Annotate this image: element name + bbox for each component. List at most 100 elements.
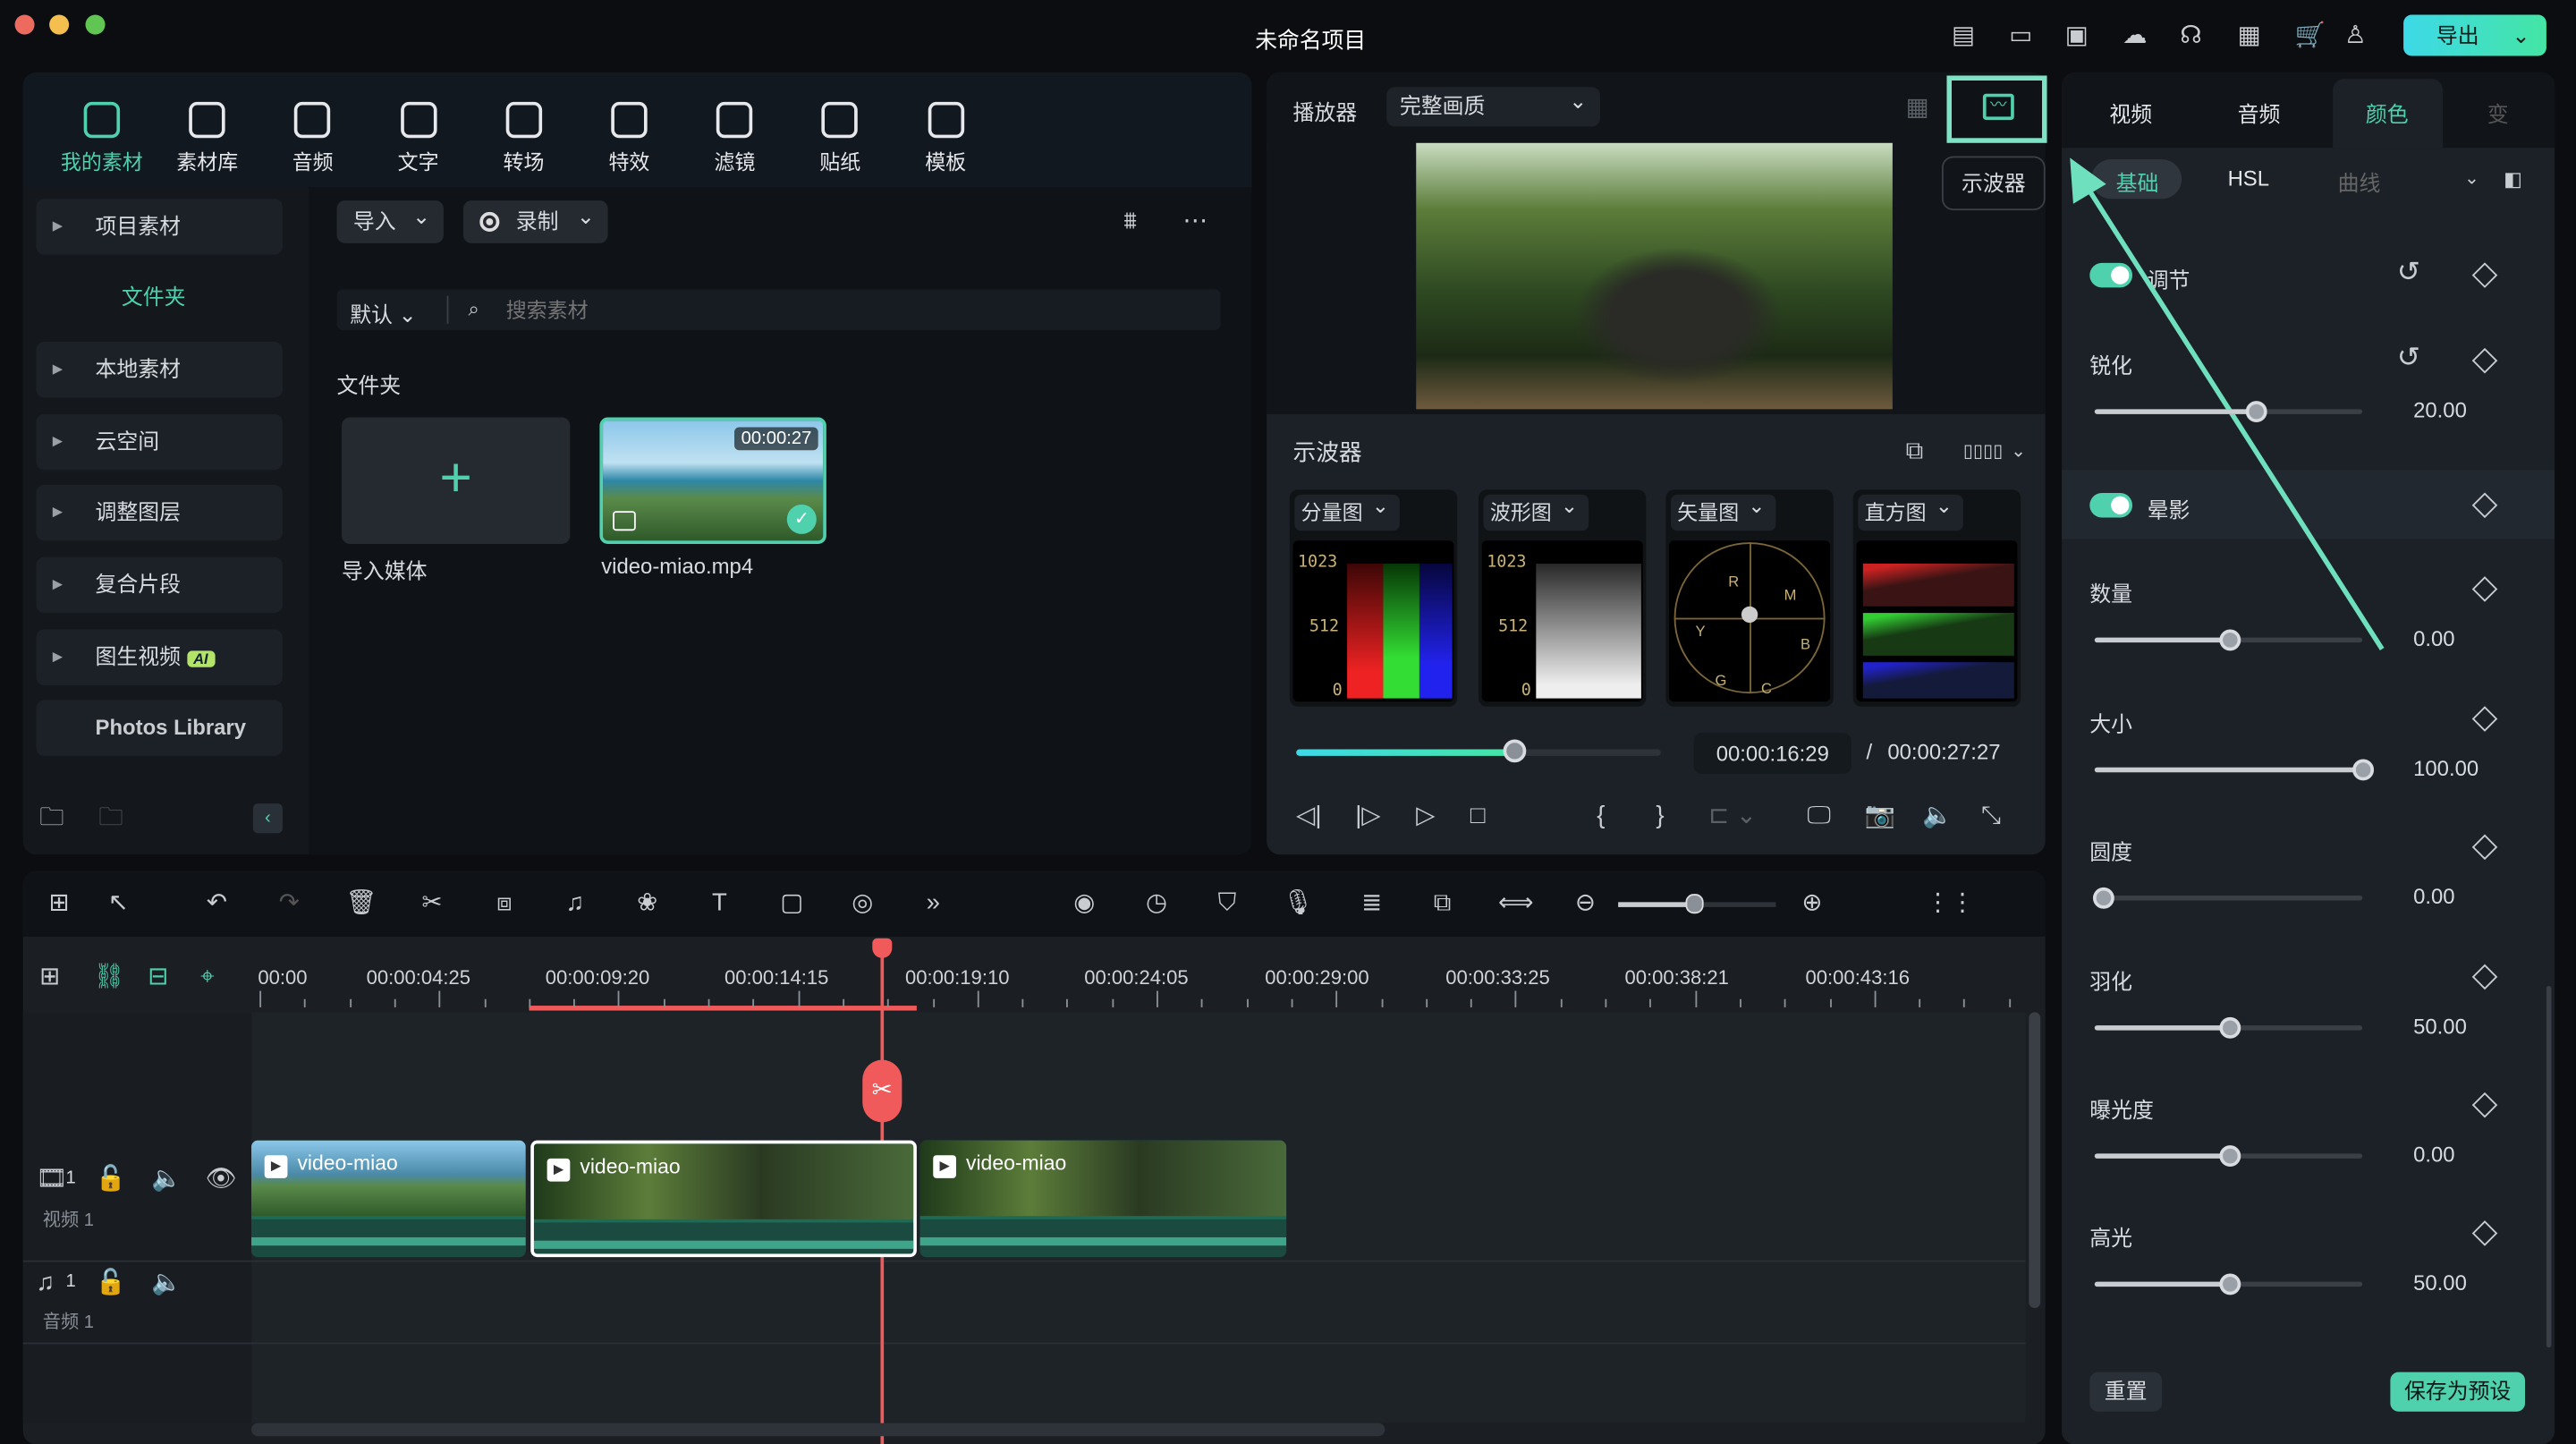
- lock-icon[interactable]: 🔓: [96, 1163, 126, 1196]
- slider-value-input[interactable]: 0.00: [2394, 617, 2526, 661]
- tab-media-5[interactable]: 特效: [583, 101, 675, 176]
- sticker-icon[interactable]: ⧉: [1426, 888, 1459, 921]
- tab-media-6[interactable]: 滤镜: [689, 101, 781, 176]
- audio-waveform: [533, 1222, 914, 1254]
- ai-tool-icon[interactable]: ◎: [846, 888, 879, 921]
- slider[interactable]: [2094, 1016, 2363, 1039]
- ruler-tick: [1111, 998, 1114, 1007]
- sidebar-item[interactable]: Photos Library: [36, 700, 283, 756]
- mask-icon[interactable]: ▢: [775, 888, 809, 921]
- crop-icon[interactable]: ⧈: [487, 888, 521, 921]
- tab-media-1[interactable]: 素材库: [161, 101, 253, 176]
- clip-label: video-miao: [547, 1155, 680, 1181]
- visibility-icon[interactable]: 👁: [206, 1163, 237, 1196]
- mic-icon[interactable]: 🎙: [1282, 888, 1315, 921]
- ruler-tick: [1919, 998, 1921, 1007]
- speed-icon[interactable]: ◷: [1140, 888, 1174, 921]
- inspector-subtab[interactable]: 曲线: [2338, 166, 2381, 198]
- slider-thumb[interactable]: [2218, 629, 2241, 651]
- slider[interactable]: [2094, 1145, 2363, 1168]
- more-tools-icon[interactable]: »: [917, 888, 950, 921]
- mute-icon[interactable]: 🔈: [151, 1163, 182, 1196]
- slider[interactable]: [2094, 401, 2363, 423]
- delete-icon[interactable]: 🗑: [345, 888, 378, 921]
- zoom-slider[interactable]: [1618, 894, 1776, 914]
- tab-media-2[interactable]: 音频: [267, 101, 359, 176]
- slider[interactable]: [2094, 1273, 2363, 1295]
- ruler-tick: [708, 998, 710, 1007]
- video-clip[interactable]: video-miao: [919, 1140, 1287, 1258]
- slider[interactable]: [2094, 629, 2363, 651]
- slider-thumb[interactable]: [2352, 759, 2375, 781]
- slider-value-input[interactable]: 0.00: [2394, 875, 2526, 919]
- slider-value-input[interactable]: 20.00: [2394, 389, 2526, 433]
- sidebar-item[interactable]: ▶ 云空间: [36, 413, 283, 471]
- shield-icon[interactable]: ⛉: [1211, 888, 1244, 921]
- slider[interactable]: [2092, 887, 2363, 909]
- slider-label: 高光: [2089, 1226, 2133, 1251]
- layout-icon[interactable]: ⊞: [43, 888, 76, 921]
- audio-mix-icon[interactable]: ≣: [1355, 888, 1388, 921]
- slider[interactable]: [2094, 759, 2375, 781]
- zoom-out-icon[interactable]: ⊖: [1569, 888, 1602, 921]
- inspector-subtab[interactable]: 基础: [2116, 166, 2159, 198]
- redo-icon[interactable]: ↷: [273, 888, 306, 921]
- playhead-handle[interactable]: [872, 938, 893, 958]
- sidebar-item[interactable]: ▶ 本地素材: [36, 342, 283, 398]
- ruler-tick: [663, 998, 665, 1007]
- slider-thumb[interactable]: [2218, 1016, 2241, 1039]
- tab-media-7[interactable]: 贴纸: [794, 101, 886, 176]
- slider-thumb[interactable]: [2218, 1145, 2241, 1168]
- vertical-scrollbar[interactable]: [2029, 1012, 2041, 1309]
- inspector-tab[interactable]: 颜色: [2366, 97, 2409, 128]
- inspector-subtab[interactable]: HSL: [2228, 166, 2269, 191]
- group-icon[interactable]: ⊟: [148, 961, 168, 994]
- mute-icon[interactable]: 🔈: [151, 1267, 182, 1300]
- text-icon[interactable]: T: [703, 888, 736, 921]
- sidebar-item[interactable]: ▶ 图生视频 AI: [36, 629, 283, 685]
- slider-thumb[interactable]: [2092, 887, 2114, 909]
- video-clip[interactable]: video-miao: [530, 1140, 917, 1258]
- tab-media-4[interactable]: 转场: [478, 101, 570, 176]
- zoom-in-icon[interactable]: ⊕: [1796, 888, 1829, 921]
- zoom-thumb[interactable]: [1685, 894, 1704, 914]
- track-view-icon[interactable]: ⋮⋮: [1926, 888, 1975, 921]
- ruler-tick: [1515, 990, 1517, 1007]
- split-button[interactable]: ✂: [862, 1059, 902, 1123]
- sidebar-item[interactable]: ▶ 调整图层: [36, 484, 283, 541]
- ruler-tick: [438, 990, 441, 1007]
- video-clip[interactable]: video-miao: [251, 1140, 526, 1258]
- lock-icon[interactable]: 🔓: [96, 1267, 126, 1300]
- audio-icon[interactable]: ♫: [558, 888, 591, 921]
- ruler-tick: [1021, 998, 1024, 1007]
- tab-media-3[interactable]: 文字: [372, 101, 464, 176]
- reset-icon[interactable]: ↺: [2397, 342, 2420, 375]
- sidebar-item-label: 图生视频: [95, 643, 182, 669]
- inspector-tab[interactable]: 变: [2487, 97, 2509, 128]
- cut-icon[interactable]: ✂: [416, 888, 449, 921]
- ruler-tick: [1470, 998, 1472, 1007]
- link-icon[interactable]: ⛓: [94, 961, 125, 994]
- slider-value-input[interactable]: 100.00: [2394, 747, 2526, 791]
- record-voice-icon[interactable]: ◉: [1068, 888, 1101, 921]
- sidebar-item[interactable]: ▶ 项目素材: [36, 199, 283, 255]
- slider-value-input[interactable]: 0.00: [2394, 1134, 2526, 1177]
- undo-icon[interactable]: ↶: [200, 888, 233, 921]
- color-icon[interactable]: ❀: [631, 888, 664, 921]
- inspector-tab[interactable]: 音频: [2238, 97, 2281, 128]
- horizontal-scrollbar[interactable]: [251, 1423, 1385, 1437]
- tab-label: 滤镜: [714, 150, 756, 174]
- tab-media-0[interactable]: 我的素材: [55, 101, 148, 176]
- slider-value-input[interactable]: 50.00: [2394, 1261, 2526, 1305]
- sidebar-item[interactable]: 文件夹: [36, 269, 283, 325]
- add-track-icon[interactable]: ⊞: [39, 961, 60, 994]
- sidebar-item[interactable]: ▶ 复合片段: [36, 556, 283, 614]
- snap-icon[interactable]: ⌖: [200, 961, 215, 994]
- fit-icon[interactable]: ⟺: [1498, 888, 1534, 921]
- slider-value-input[interactable]: 50.00: [2394, 1006, 2526, 1049]
- slider-thumb[interactable]: [2245, 401, 2267, 423]
- select-tool-icon[interactable]: ↖: [102, 888, 135, 921]
- slider-thumb[interactable]: [2218, 1273, 2241, 1295]
- tab-media-8[interactable]: 模板: [900, 101, 992, 176]
- inspector-tab[interactable]: 视频: [2109, 97, 2152, 128]
